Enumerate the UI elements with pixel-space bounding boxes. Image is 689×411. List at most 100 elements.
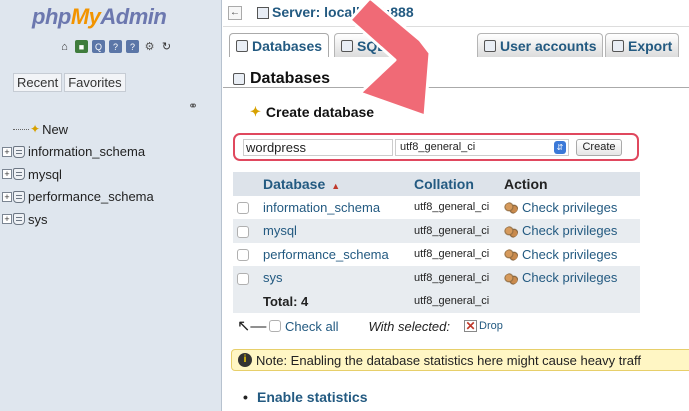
logout-icon[interactable]: ■ bbox=[75, 40, 88, 53]
notice-text: Note: Enabling the database statistics h… bbox=[256, 352, 641, 368]
check-all-label[interactable]: Check all bbox=[285, 319, 338, 334]
create-database-form: utf8_general_ci ⇵ Create bbox=[233, 133, 639, 161]
tree-item-label: sys bbox=[28, 211, 48, 227]
top-menu: Databases SQL User accounts Export bbox=[223, 30, 689, 88]
header-database[interactable]: Database ▲ bbox=[259, 172, 410, 196]
drop-icon: ✕ bbox=[464, 319, 477, 333]
tree-item-label: mysql bbox=[28, 166, 62, 182]
server-icon bbox=[257, 7, 269, 19]
sort-ascending-icon: ▲ bbox=[331, 180, 341, 191]
collation-value: utf8_general_ci bbox=[410, 219, 500, 243]
nav-icon-bar: ⌂ ■ Q ? ? ⚙ ↻ bbox=[58, 40, 173, 53]
tree-item-mysql[interactable]: + mysql bbox=[2, 163, 154, 186]
database-icon bbox=[13, 213, 25, 226]
settings-icon[interactable]: ⚙ bbox=[143, 40, 156, 53]
expand-icon[interactable]: + bbox=[2, 214, 12, 225]
table-row: information_schema utf8_general_ci Check… bbox=[233, 195, 640, 219]
table-row: performance_schema utf8_general_ci Check… bbox=[233, 242, 640, 266]
privileges-icon bbox=[504, 202, 518, 215]
table-total-row: Total: 4 utf8_general_ci bbox=[233, 289, 640, 313]
check-privileges-link[interactable]: Check privileges bbox=[500, 242, 640, 266]
tab-sql[interactable]: SQL bbox=[334, 33, 393, 57]
tree-item-performance-schema[interactable]: + performance_schema bbox=[2, 186, 154, 209]
expand-icon[interactable]: + bbox=[2, 146, 12, 157]
database-icon bbox=[13, 145, 25, 158]
privileges-icon bbox=[504, 225, 518, 238]
tree-item-new[interactable]: ✦ New bbox=[2, 118, 154, 141]
total-collation: utf8_general_ci bbox=[410, 289, 500, 313]
select-arrows-icon: ⇵ bbox=[554, 141, 566, 154]
table-header-row: Database ▲ Collation Action bbox=[233, 172, 640, 196]
row-checkbox[interactable] bbox=[237, 225, 249, 238]
home-icon[interactable]: ⌂ bbox=[58, 40, 71, 53]
query-window-icon[interactable]: Q bbox=[92, 40, 105, 53]
phpmyadmin-logo[interactable]: phpMyAdmin bbox=[32, 4, 167, 30]
collation-select[interactable]: utf8_general_ci ⇵ bbox=[395, 139, 569, 156]
collation-value: utf8_general_ci bbox=[410, 195, 500, 219]
export-icon bbox=[612, 39, 624, 52]
collation-value: utf8_general_ci bbox=[410, 242, 500, 266]
nav-tabs: Recent Favorites bbox=[13, 73, 126, 92]
drop-button[interactable]: ✕ Drop bbox=[464, 320, 503, 332]
tree-item-label: New bbox=[42, 121, 69, 137]
new-database-icon: ✦ bbox=[30, 122, 41, 137]
row-checkbox[interactable] bbox=[237, 272, 249, 285]
tab-export[interactable]: Export bbox=[605, 33, 680, 57]
tab-label: Export bbox=[628, 37, 673, 54]
docs-icon[interactable]: ? bbox=[109, 40, 122, 53]
database-tree: ✦ New + information_schema + mysql + per… bbox=[2, 118, 154, 231]
server-breadcrumb-link[interactable]: Server: localhost:888 bbox=[272, 4, 414, 20]
check-privileges-link[interactable]: Check privileges bbox=[500, 266, 640, 290]
tab-recent[interactable]: Recent bbox=[13, 73, 63, 92]
collapse-navigation-button[interactable]: ← bbox=[228, 6, 242, 20]
databases-table: Database ▲ Collation Action information_s… bbox=[233, 172, 640, 313]
database-icon bbox=[13, 168, 25, 181]
header-collation[interactable]: Collation bbox=[410, 172, 500, 196]
tab-label: Databases bbox=[252, 37, 323, 54]
breadcrumb: ← Server: localhost:888 bbox=[223, 0, 689, 27]
create-button[interactable]: Create bbox=[576, 139, 622, 156]
tree-item-sys[interactable]: + sys bbox=[2, 208, 154, 231]
main-panel: ← Server: localhost:888 Databases SQL Us… bbox=[223, 0, 689, 411]
expand-icon[interactable]: + bbox=[2, 169, 12, 180]
row-checkbox[interactable] bbox=[237, 202, 249, 215]
header-action: Action bbox=[500, 172, 640, 196]
collation-value: utf8_general_ci bbox=[410, 266, 500, 290]
database-name-link[interactable]: performance_schema bbox=[259, 242, 410, 266]
navigation-panel: phpMyAdmin ⌂ ■ Q ? ? ⚙ ↻ Recent Favorite… bbox=[0, 0, 222, 411]
reload-icon[interactable]: ↻ bbox=[160, 40, 173, 53]
tab-label: SQL bbox=[357, 37, 386, 54]
tab-favorites[interactable]: Favorites bbox=[64, 73, 126, 92]
enable-statistics-link[interactable]: Enable statistics bbox=[243, 389, 367, 405]
database-icon bbox=[13, 190, 25, 203]
with-selected-label: With selected: bbox=[368, 318, 450, 334]
tree-item-information-schema[interactable]: + information_schema bbox=[2, 141, 154, 164]
create-database-heading: ✦ Create database bbox=[250, 104, 375, 120]
row-checkbox[interactable] bbox=[237, 249, 249, 262]
database-name-link[interactable]: information_schema bbox=[259, 195, 410, 219]
new-database-icon: ✦ bbox=[250, 104, 261, 119]
databases-icon bbox=[236, 39, 248, 52]
database-name-input[interactable] bbox=[243, 139, 393, 156]
bulk-actions: ↖— Check all With selected: ✕ Drop bbox=[237, 316, 503, 336]
database-name-link[interactable]: sys bbox=[259, 266, 410, 290]
tab-label: User accounts bbox=[500, 37, 597, 54]
tree-connector bbox=[13, 128, 29, 130]
expand-icon[interactable]: + bbox=[2, 191, 12, 202]
page-title: Databases bbox=[233, 70, 330, 88]
tree-item-label: information_schema bbox=[28, 144, 146, 160]
arrow-ltr-icon: ↖— bbox=[237, 318, 267, 335]
check-privileges-link[interactable]: Check privileges bbox=[500, 219, 640, 243]
sql-docs-icon[interactable]: ? bbox=[126, 40, 139, 53]
sql-icon bbox=[341, 39, 353, 52]
table-row: sys utf8_general_ci Check privileges bbox=[233, 266, 640, 290]
tab-databases[interactable]: Databases bbox=[229, 33, 330, 57]
header-checkbox-cell bbox=[233, 172, 259, 196]
check-privileges-link[interactable]: Check privileges bbox=[500, 195, 640, 219]
link-with-main-panel-icon[interactable]: ⚭ bbox=[188, 99, 198, 113]
database-name-link[interactable]: mysql bbox=[259, 219, 410, 243]
tab-user-accounts[interactable]: User accounts bbox=[477, 33, 604, 57]
table-row: mysql utf8_general_ci Check privileges bbox=[233, 219, 640, 243]
collation-selected-value: utf8_general_ci bbox=[400, 141, 476, 153]
check-all-checkbox[interactable] bbox=[269, 320, 281, 332]
